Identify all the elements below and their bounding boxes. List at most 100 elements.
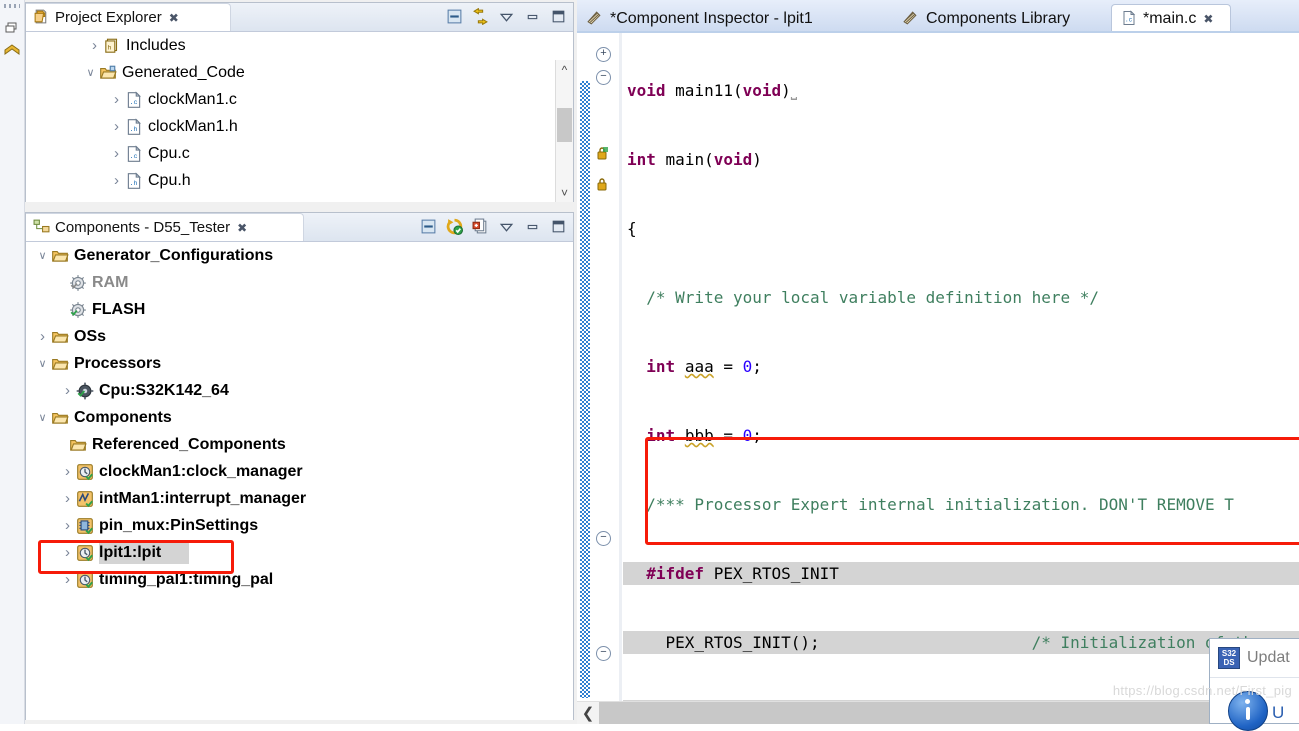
components-view: Components - D55_Tester ✖ ∨ Generator_Co…: [25, 212, 574, 720]
tree-item-label: Includes: [126, 36, 186, 54]
warning-marker-icon[interactable]: [594, 176, 610, 192]
tree-item-clockman1-h[interactable]: .h clockMan1.h: [26, 113, 573, 140]
chevron-right-icon[interactable]: [108, 172, 125, 189]
tree-item-clockman1-c[interactable]: .c clockMan1.c: [26, 86, 573, 113]
c-file-icon: .c: [125, 144, 143, 163]
project-explorer-tabbar: Project Explorer ✖: [26, 3, 573, 32]
tree-item-lpit1[interactable]: lpit1:lpit: [26, 539, 573, 566]
config-gear-icon: [69, 274, 87, 292]
editor-gutter[interactable]: + − − −: [591, 33, 619, 724]
interrupt-icon: [76, 490, 94, 508]
components-tab[interactable]: Components - D55_Tester ✖: [26, 213, 304, 241]
tree-item-includes[interactable]: h Includes: [26, 32, 573, 59]
tree-item-cpu-c[interactable]: .c Cpu.c: [26, 140, 573, 167]
maximize-icon[interactable]: [550, 8, 567, 25]
component-inspector-icon: [586, 9, 603, 29]
svg-text:.h: .h: [130, 179, 138, 187]
component-icon: [76, 463, 94, 481]
view-menu-icon[interactable]: [498, 8, 515, 25]
tree-item-referenced-components[interactable]: Referenced_Components: [26, 431, 573, 458]
tree-item-pin-mux[interactable]: pin_mux:PinSettings: [26, 512, 573, 539]
maximize-icon[interactable]: [550, 218, 567, 235]
svg-text:h: h: [108, 44, 112, 52]
fold-collapse-icon[interactable]: −: [596, 646, 611, 661]
perspective-icon[interactable]: [4, 42, 20, 58]
tree-item-cpu-h[interactable]: .h Cpu.h: [26, 167, 573, 194]
chevron-right-icon[interactable]: [34, 328, 51, 345]
collapse-all-icon[interactable]: [446, 8, 463, 25]
chevron-right-icon[interactable]: [108, 118, 125, 135]
source-code[interactable]: void main11(void)⎵ int main(void) { /* W…: [623, 33, 1299, 723]
code-line: #ifdef PEX_RTOS_INIT: [623, 562, 1299, 585]
chevron-right-icon[interactable]: [59, 517, 76, 534]
tree-item-components[interactable]: Components: [26, 404, 573, 431]
tree-item-label: clockMan1:clock_manager: [99, 462, 303, 480]
tree-item-oss[interactable]: OSs: [26, 323, 573, 350]
restore-perspective-icon[interactable]: [4, 20, 20, 36]
scrollbar-thumb[interactable]: [557, 108, 572, 142]
tree-item-processors[interactable]: Processors: [26, 350, 573, 377]
tree-item-clockman1[interactable]: clockMan1:clock_manager: [26, 458, 573, 485]
code-line: int bbb = 0;: [646, 426, 762, 445]
includes-icon: h: [103, 37, 121, 55]
project-explorer-scrollbar[interactable]: ^ ˅: [555, 60, 573, 202]
close-icon[interactable]: ✖: [237, 222, 247, 234]
tree-item-label: Cpu:S32K142_64: [99, 381, 229, 399]
tree-item-intman1[interactable]: intMan1:interrupt_manager: [26, 485, 573, 512]
chevron-down-icon[interactable]: [34, 357, 51, 370]
chevron-right-icon[interactable]: [59, 382, 76, 399]
chevron-down-icon[interactable]: [34, 249, 51, 262]
components-tree[interactable]: Generator_Configurations RAM: [26, 242, 573, 720]
close-icon[interactable]: ✖: [1203, 13, 1213, 25]
project-explorer-tree[interactable]: h Includes Generated_Code: [26, 32, 573, 202]
chevron-right-icon[interactable]: [108, 145, 125, 162]
scrollbar-track[interactable]: [599, 702, 1299, 724]
chevron-right-icon[interactable]: [59, 463, 76, 480]
tree-item-generator-configurations[interactable]: Generator_Configurations: [26, 242, 573, 269]
generate-code-icon[interactable]: [446, 218, 463, 235]
collapse-all-icon[interactable]: [420, 218, 437, 235]
editor-tab-main-c[interactable]: .c *main.c ✖: [1111, 4, 1231, 33]
editor-body[interactable]: + − − − void main11(void)⎵ int main(void…: [577, 33, 1299, 724]
editor-horizontal-scrollbar[interactable]: ❮: [577, 701, 1299, 724]
scroll-left-icon[interactable]: ❮: [577, 702, 599, 724]
chevron-right-icon[interactable]: [108, 91, 125, 108]
fold-expand-icon[interactable]: +: [596, 47, 611, 62]
fold-collapse-icon[interactable]: −: [596, 70, 611, 85]
tree-item-timing-pal1[interactable]: timing_pal1:timing_pal: [26, 566, 573, 593]
tree-item-label: OSs: [74, 327, 107, 345]
chevron-right-icon[interactable]: [59, 490, 76, 507]
view-menu-icon[interactable]: [498, 218, 515, 235]
minimize-icon[interactable]: [524, 218, 541, 235]
notification-title: Updat: [1247, 649, 1290, 666]
chevron-down-icon[interactable]: [82, 66, 99, 79]
chevron-down-icon[interactable]: [34, 411, 51, 424]
project-explorer-tab[interactable]: Project Explorer ✖: [26, 3, 231, 31]
fold-collapse-icon[interactable]: −: [596, 531, 611, 546]
chevron-right-icon[interactable]: [59, 571, 76, 588]
close-icon[interactable]: ✖: [169, 12, 179, 24]
folder-icon: [51, 328, 69, 346]
tree-item-label: clockMan1.h: [148, 117, 238, 135]
tree-item-label: pin_mux:PinSettings: [99, 516, 259, 534]
notification-header: S32 DS Updat: [1210, 639, 1299, 678]
chevron-right-icon[interactable]: [59, 544, 76, 561]
tree-item-cpu-s32k142[interactable]: Cpu:S32K142_64: [26, 377, 573, 404]
scroll-up-icon[interactable]: ^: [556, 60, 573, 79]
link-with-editor-icon[interactable]: [472, 7, 489, 26]
components-tabbar: Components - D55_Tester ✖: [26, 213, 573, 242]
update-notification-popup[interactable]: S32 DS Updat U: [1209, 638, 1299, 731]
tree-item-flash[interactable]: FLASH: [26, 296, 573, 323]
import-component-icon[interactable]: [472, 218, 489, 235]
tree-item-ram[interactable]: RAM: [26, 269, 573, 296]
scroll-down-icon[interactable]: ˅: [556, 183, 573, 202]
tree-item-generated-code[interactable]: Generated_Code: [26, 59, 573, 86]
editor-vertical-ruler: [619, 33, 622, 724]
chevron-right-icon[interactable]: [86, 37, 103, 54]
tree-item-label: RAM: [92, 273, 129, 291]
tree-item-label: Components: [74, 408, 172, 426]
editor-tab-component-inspector[interactable]: *Component Inspector - lpit1: [577, 4, 889, 33]
warning-marker-icon[interactable]: [594, 145, 610, 161]
editor-tab-components-library[interactable]: Components Library: [893, 4, 1111, 33]
minimize-icon[interactable]: [524, 8, 541, 25]
